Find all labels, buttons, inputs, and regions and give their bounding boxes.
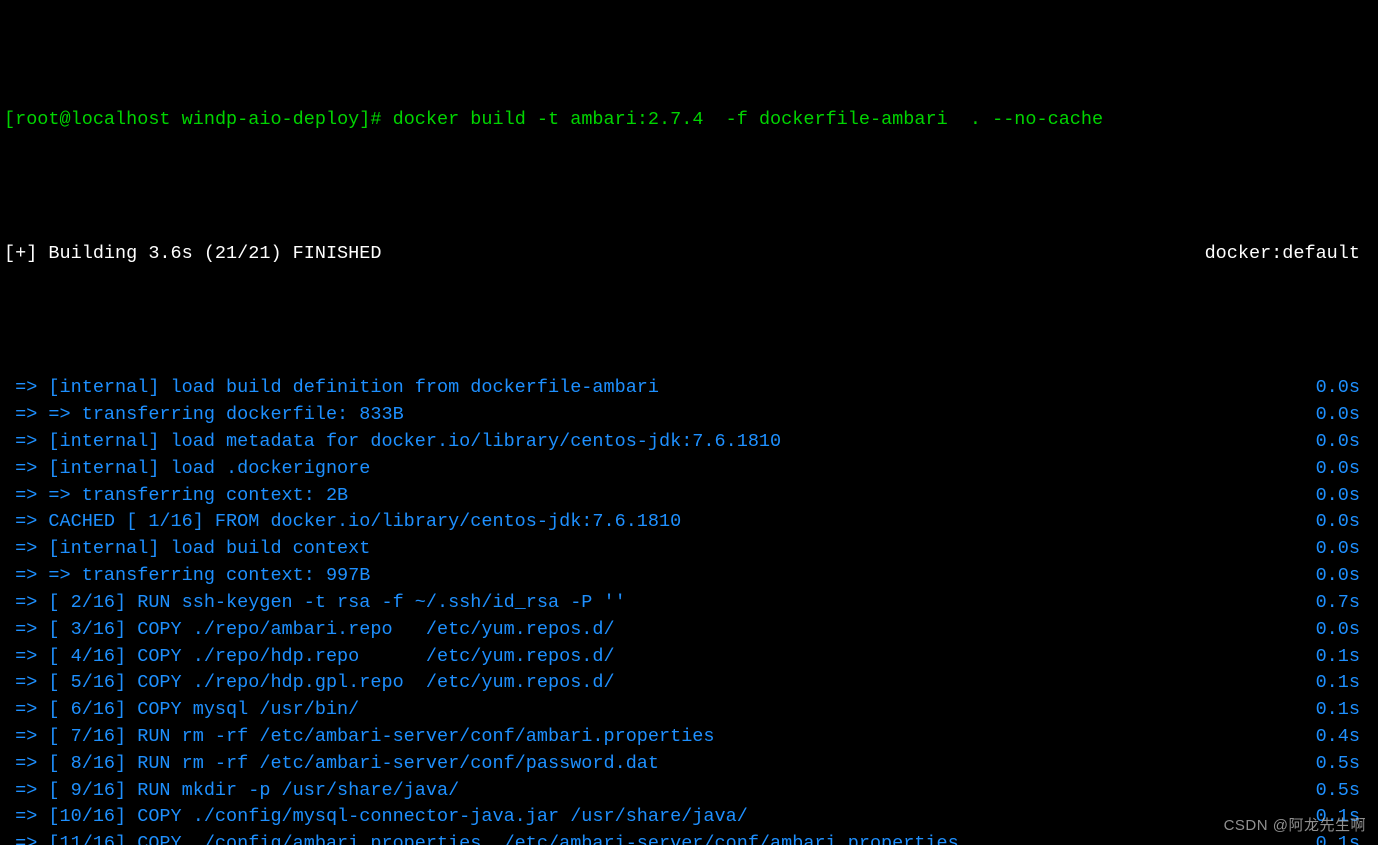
- build-step-duration: 0.0s: [1316, 563, 1374, 590]
- build-step-row: => [10/16] COPY ./config/mysql-connector…: [0, 804, 1378, 831]
- build-step-row: => [ 7/16] RUN rm -rf /etc/ambari-server…: [0, 724, 1378, 751]
- build-step-row: => CACHED [ 1/16] FROM docker.io/library…: [0, 509, 1378, 536]
- build-step-duration: 0.0s: [1316, 509, 1374, 536]
- build-step-text: => [ 5/16] COPY ./repo/hdp.gpl.repo /etc…: [4, 670, 615, 697]
- build-step-text: => [ 3/16] COPY ./repo/ambari.repo /etc/…: [4, 617, 615, 644]
- build-step-text: => => transferring context: 997B: [4, 563, 370, 590]
- build-step-row: => => transferring dockerfile: 833B 0.0s: [0, 402, 1378, 429]
- prompt-close: ]#: [359, 109, 392, 130]
- build-step-duration: 0.0s: [1316, 536, 1374, 563]
- build-step-text: => [ 2/16] RUN ssh-keygen -t rsa -f ~/.s…: [4, 590, 626, 617]
- build-step-duration: 0.5s: [1316, 778, 1374, 805]
- build-step-duration: 0.7s: [1316, 590, 1374, 617]
- build-step-row: => [ 8/16] RUN rm -rf /etc/ambari-server…: [0, 751, 1378, 778]
- prompt-user-host: [root@localhost: [4, 109, 182, 130]
- build-step-duration: 0.0s: [1316, 617, 1374, 644]
- build-step-text: => => transferring dockerfile: 833B: [4, 402, 404, 429]
- build-step-text: => [ 9/16] RUN mkdir -p /usr/share/java/: [4, 778, 459, 805]
- build-step-row: => [ 6/16] COPY mysql /usr/bin/0.1s: [0, 697, 1378, 724]
- build-step-text: => [internal] load metadata for docker.i…: [4, 429, 781, 456]
- build-step-duration: 0.1s: [1316, 644, 1374, 671]
- build-step-duration: 0.1s: [1316, 697, 1374, 724]
- build-step-row: => [ 3/16] COPY ./repo/ambari.repo /etc/…: [0, 617, 1378, 644]
- build-step-row: => [ 5/16] COPY ./repo/hdp.gpl.repo /etc…: [0, 670, 1378, 697]
- build-step-duration: 0.1s: [1316, 670, 1374, 697]
- build-step-duration: 0.5s: [1316, 751, 1374, 778]
- build-step-row: => [11/16] COPY ./config/ambari.properti…: [0, 831, 1378, 845]
- build-step-text: => [internal] load build context: [4, 536, 370, 563]
- build-step-duration: 0.0s: [1316, 456, 1374, 483]
- build-step-text: => [ 8/16] RUN rm -rf /etc/ambari-server…: [4, 751, 659, 778]
- build-step-row: => [ 9/16] RUN mkdir -p /usr/share/java/…: [0, 778, 1378, 805]
- terminal-output: [root@localhost windp-aio-deploy]# docke…: [0, 0, 1378, 845]
- build-step-row: => [ 2/16] RUN ssh-keygen -t rsa -f ~/.s…: [0, 590, 1378, 617]
- csdn-watermark: CSDN @阿龙先生啊: [1224, 815, 1366, 837]
- build-step-duration: 0.4s: [1316, 724, 1374, 751]
- build-step-text: => [internal] load build definition from…: [4, 375, 659, 402]
- build-step-text: => [10/16] COPY ./config/mysql-connector…: [4, 804, 748, 831]
- command-text: docker build -t ambari:2.7.4 -f dockerfi…: [393, 109, 1104, 130]
- build-step-row: => [internal] load build definition from…: [0, 375, 1378, 402]
- build-step-duration: 0.0s: [1316, 375, 1374, 402]
- prompt-line-1[interactable]: [root@localhost windp-aio-deploy]# docke…: [0, 107, 1378, 134]
- build-step-text: => [ 4/16] COPY ./repo/hdp.repo /etc/yum…: [4, 644, 615, 671]
- build-step-text: => => transferring context: 2B: [4, 483, 348, 510]
- build-status-right: docker:default: [1205, 241, 1374, 268]
- build-status-line: [+] Building 3.6s (21/21) FINISHED docke…: [0, 241, 1378, 268]
- build-step-text: => [ 6/16] COPY mysql /usr/bin/: [4, 697, 359, 724]
- build-status-left: [+] Building 3.6s (21/21) FINISHED: [4, 241, 381, 268]
- build-step-text: => [11/16] COPY ./config/ambari.properti…: [4, 831, 959, 845]
- build-step-duration: 0.0s: [1316, 402, 1374, 429]
- build-step-row: => [ 4/16] COPY ./repo/hdp.repo /etc/yum…: [0, 644, 1378, 671]
- build-steps: => [internal] load build definition from…: [0, 375, 1378, 845]
- build-step-text: => [ 7/16] RUN rm -rf /etc/ambari-server…: [4, 724, 715, 751]
- build-step-row: => [internal] load metadata for docker.i…: [0, 429, 1378, 456]
- prompt-dir: windp-aio-deploy: [182, 109, 360, 130]
- build-step-row: => [internal] load build context 0.0s: [0, 536, 1378, 563]
- build-step-duration: 0.0s: [1316, 483, 1374, 510]
- build-step-text: => CACHED [ 1/16] FROM docker.io/library…: [4, 509, 681, 536]
- build-step-duration: 0.0s: [1316, 429, 1374, 456]
- build-step-row: => [internal] load .dockerignore 0.0s: [0, 456, 1378, 483]
- build-step-row: => => transferring context: 2B 0.0s: [0, 483, 1378, 510]
- build-step-text: => [internal] load .dockerignore: [4, 456, 370, 483]
- build-step-row: => => transferring context: 997B 0.0s: [0, 563, 1378, 590]
